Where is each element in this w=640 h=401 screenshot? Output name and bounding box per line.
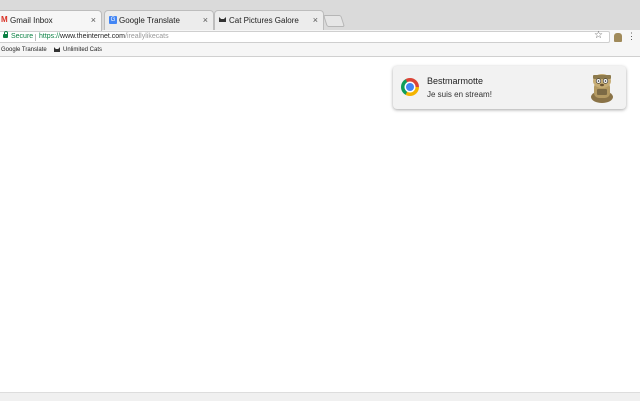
secure-label[interactable]: Secure bbox=[11, 32, 33, 42]
close-icon[interactable]: × bbox=[91, 11, 96, 30]
tab-title: Cat Pictures Galore bbox=[229, 16, 299, 25]
tab-cat-pictures[interactable]: Cat Pictures Galore × bbox=[214, 10, 324, 30]
toolbar: Secure https://www.theinternet.com/ireal… bbox=[0, 30, 640, 44]
bookmark-google-translate[interactable]: Google Translate bbox=[1, 44, 47, 56]
bookmark-unlimited-cats[interactable]: Unlimited Cats bbox=[54, 44, 102, 56]
new-tab-button[interactable] bbox=[323, 15, 345, 27]
translate-icon: G bbox=[109, 16, 117, 24]
notification-popup[interactable]: Bestmarmotte Je suis en stream! bbox=[393, 66, 626, 109]
address-bar[interactable]: Secure https://www.theinternet.com/ireal… bbox=[0, 31, 610, 43]
menu-icon[interactable]: ⋮ bbox=[627, 31, 636, 41]
bookmarks-bar: Google Translate Unlimited Cats bbox=[0, 44, 640, 57]
url-scheme: https:// bbox=[39, 33, 61, 40]
gmail-icon: M bbox=[1, 15, 8, 24]
extension-marmot-icon[interactable] bbox=[614, 33, 622, 42]
divider bbox=[35, 34, 36, 41]
notification-message: Je suis en stream! bbox=[427, 90, 492, 99]
marmot-avatar bbox=[591, 74, 613, 103]
close-icon[interactable]: × bbox=[313, 11, 318, 30]
tab-title: Gmail Inbox bbox=[10, 16, 53, 25]
chrome-icon bbox=[401, 78, 419, 96]
url-text[interactable]: https://www.theinternet.com/ireallylikec… bbox=[39, 32, 169, 42]
notification-title: Bestmarmotte bbox=[427, 76, 484, 86]
tab-strip: M Gmail Inbox × G Google Translate × Cat… bbox=[0, 0, 640, 31]
cat-icon bbox=[219, 17, 226, 22]
tab-google-translate[interactable]: G Google Translate × bbox=[104, 10, 214, 30]
close-icon[interactable]: × bbox=[203, 11, 208, 30]
lock-icon[interactable] bbox=[3, 31, 8, 38]
bookmark-star-icon[interactable]: ☆ bbox=[594, 31, 603, 41]
url-path: /ireallylikecats bbox=[125, 33, 169, 40]
bookmark-label: Unlimited Cats bbox=[63, 47, 103, 53]
tab-title: Google Translate bbox=[119, 16, 180, 25]
cat-icon bbox=[54, 47, 60, 52]
bookmark-label: Google Translate bbox=[1, 47, 47, 53]
url-host: www.theinternet.com bbox=[60, 33, 125, 40]
tab-gmail-inbox[interactable]: M Gmail Inbox × bbox=[0, 10, 102, 31]
